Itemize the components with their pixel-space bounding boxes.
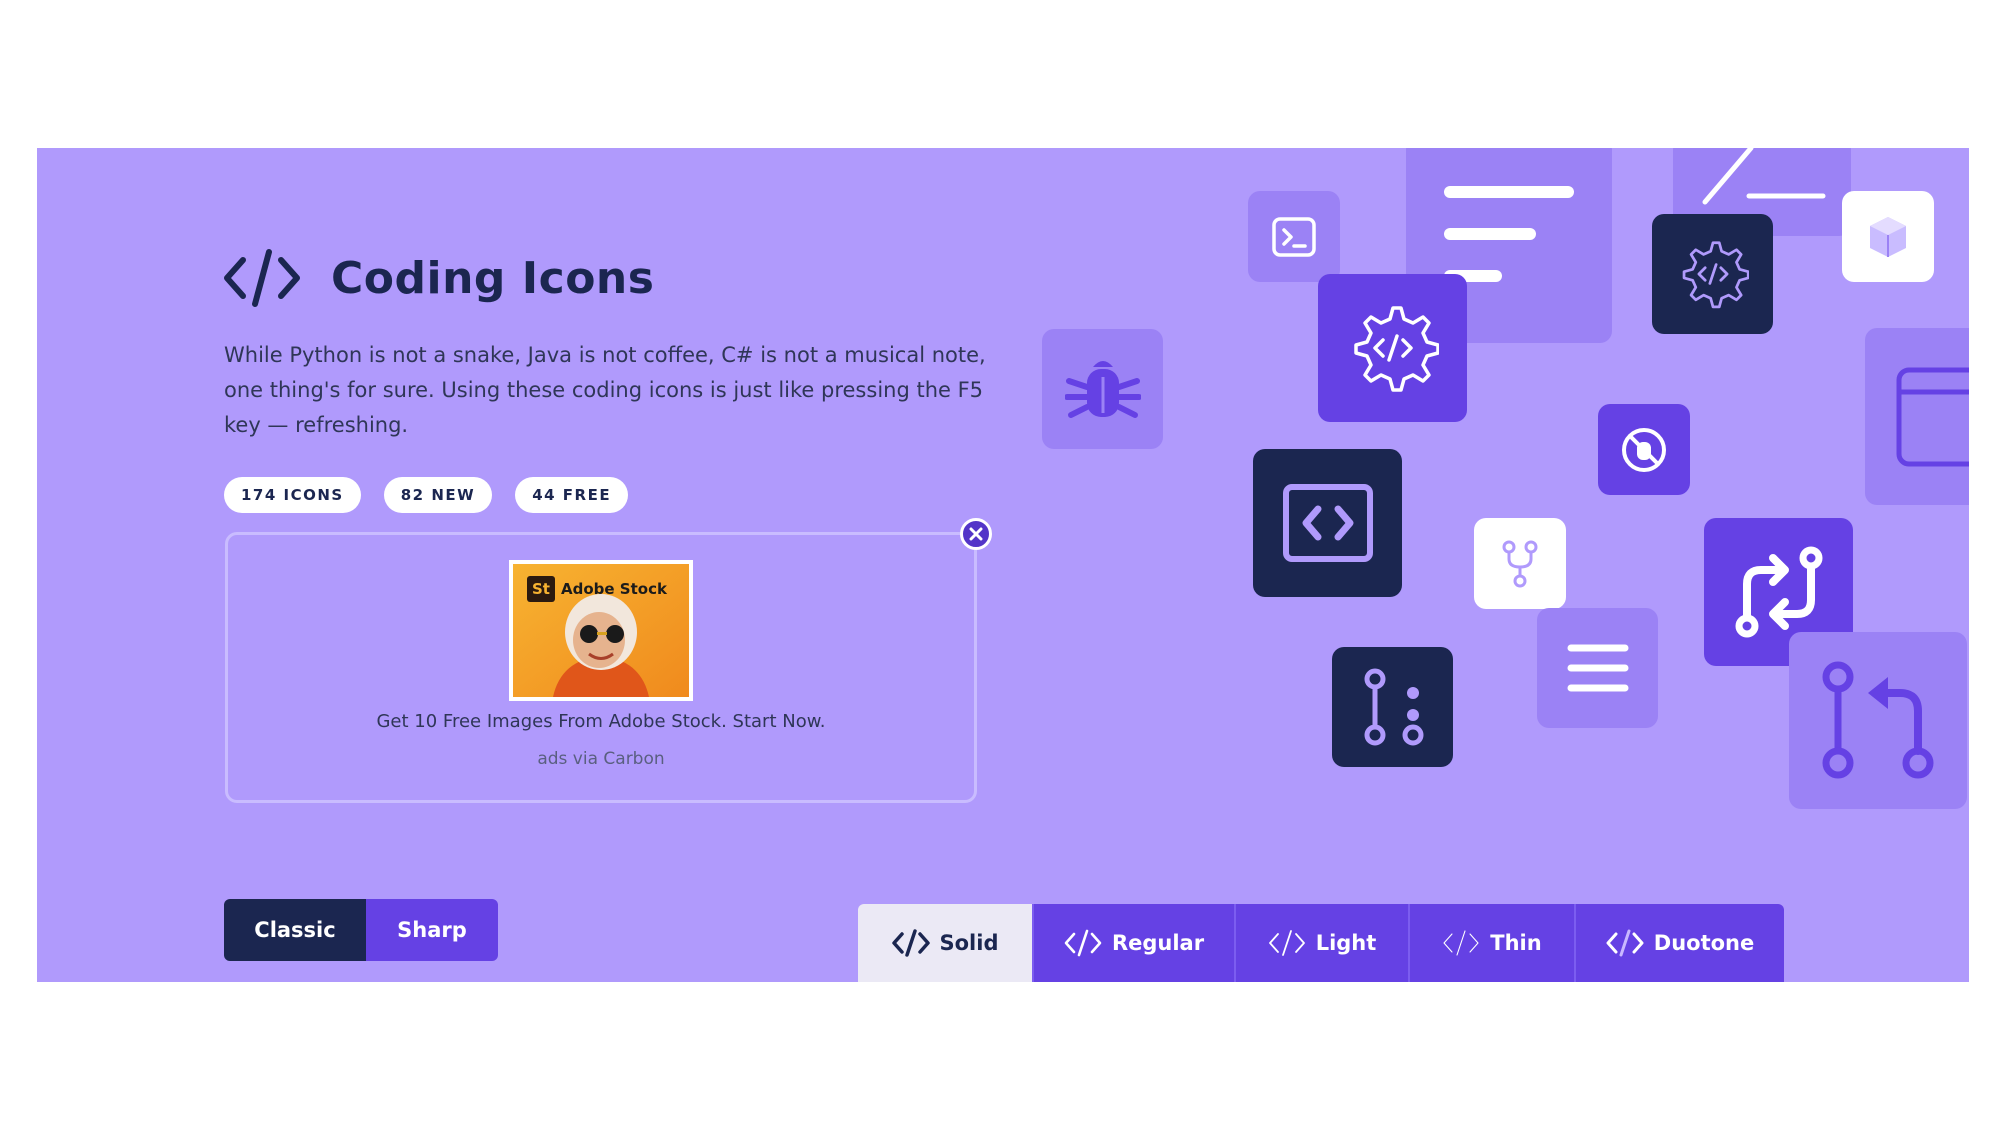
gear-code-icon [1652, 214, 1773, 334]
tab-thin[interactable]: Thin [1408, 904, 1574, 982]
ad-brand-name: Adobe Stock [561, 580, 667, 598]
hero-banner: Coding Icons While Python is not a snake… [37, 148, 1969, 982]
tab-solid[interactable]: Solid [858, 904, 1032, 982]
code-square-icon [1253, 449, 1402, 597]
page-description: While Python is not a snake, Java is not… [224, 343, 986, 437]
badge-row: 174 ICONS 82 NEW 44 FREE [224, 477, 629, 513]
title-row: Coding Icons [223, 248, 654, 308]
code-icon [224, 249, 300, 307]
new-count-badge[interactable]: 82 NEW [383, 477, 493, 513]
ad-attribution[interactable]: ads via Carbon [225, 749, 977, 769]
tab-light[interactable]: Light [1234, 904, 1408, 982]
style-tabs: Solid Regular Light Thin Duotone [858, 904, 1784, 982]
tab-regular[interactable]: Regular [1032, 904, 1234, 982]
code-branch-icon [1474, 518, 1566, 609]
classic-button[interactable]: Classic [224, 899, 366, 961]
terminal-icon [1248, 191, 1340, 282]
code-icon [1064, 929, 1102, 957]
ad-text[interactable]: Get 10 Free Images From Adobe Stock. Sta… [225, 711, 977, 732]
close-glyph [969, 527, 983, 541]
bug-icon [1042, 329, 1163, 449]
tab-label: Duotone [1653, 931, 1755, 955]
tab-label: Regular [1111, 931, 1205, 955]
sharp-button[interactable]: Sharp [366, 899, 498, 961]
free-count-badge[interactable]: 44 FREE [515, 477, 629, 513]
code-icon [891, 929, 930, 957]
tab-label: Light [1315, 931, 1377, 955]
tab-label: Solid [939, 931, 999, 955]
window-icon [1865, 328, 1969, 505]
bug-slash-icon [1598, 404, 1690, 495]
adobe-stock-logo: St [532, 580, 550, 598]
ad-image[interactable]: St Adobe Stock [509, 560, 693, 701]
bars-icon [1537, 608, 1658, 728]
code-compare-icon [1332, 647, 1453, 767]
code-icon [1606, 929, 1644, 957]
tab-duotone[interactable]: Duotone [1574, 904, 1784, 982]
close-icon[interactable] [960, 518, 992, 550]
icon-count-badge[interactable]: 174 ICONS [224, 477, 361, 513]
code-icon [1268, 930, 1305, 956]
code-icon [1443, 930, 1479, 956]
family-toggle: Classic Sharp [224, 899, 498, 961]
code-pull-request-icon [1789, 632, 1967, 809]
tab-label: Thin [1490, 931, 1542, 955]
cube-icon [1842, 191, 1934, 282]
page-title: Coding Icons [331, 252, 655, 304]
gear-code-icon [1318, 274, 1467, 422]
